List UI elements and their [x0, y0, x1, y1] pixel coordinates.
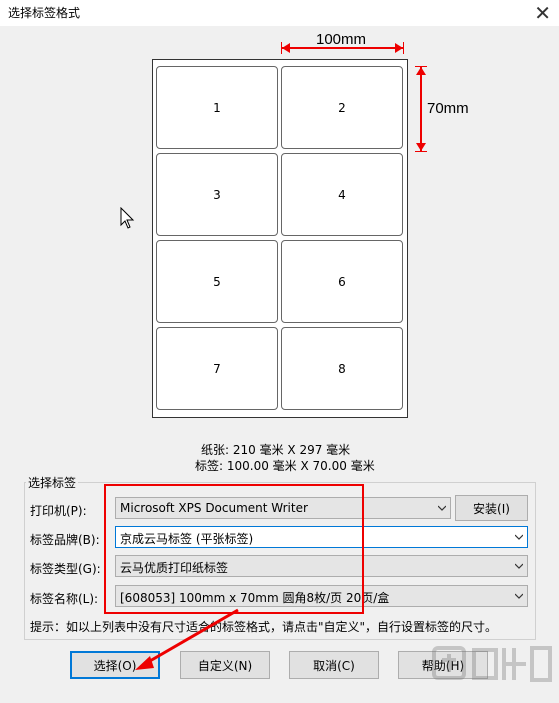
annotation-arrow-icon	[135, 608, 239, 670]
watermark-logo-icon	[432, 646, 552, 682]
